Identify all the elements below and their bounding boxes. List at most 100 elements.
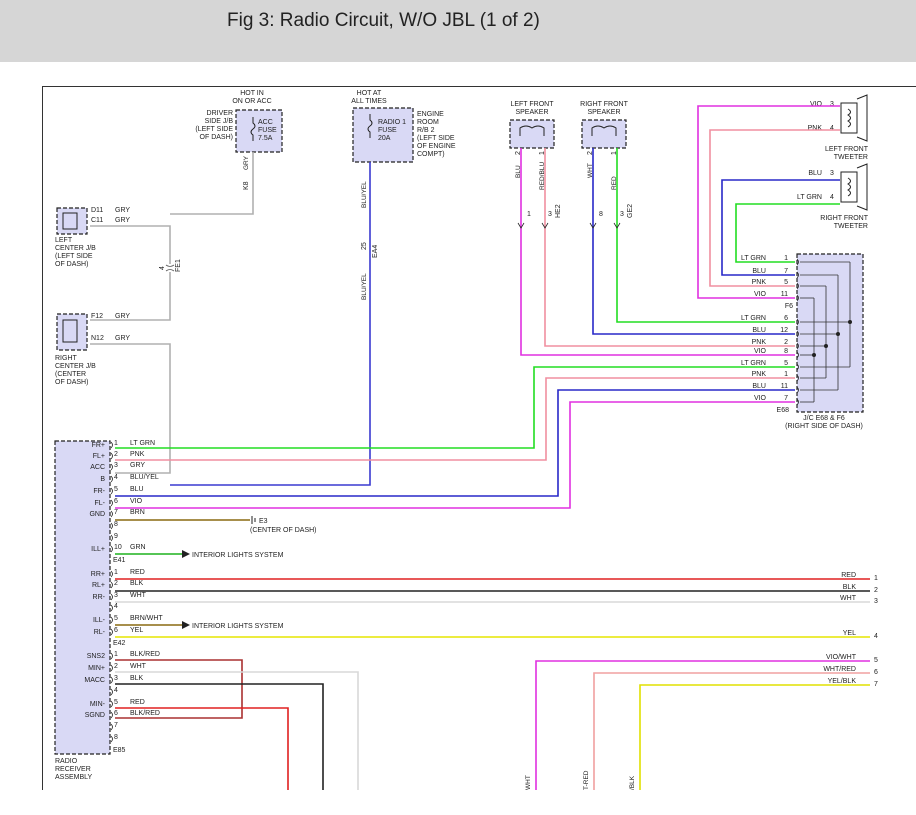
right-front-tweeter-wire-0: BLU xyxy=(808,170,822,177)
radio-fuse-pin: 25 xyxy=(361,242,368,250)
ill-minus-interior-lights-label: INTERIOR LIGHTS SYSTEM xyxy=(192,623,284,630)
continuation-wire-label-1: RED xyxy=(841,572,856,579)
radio-fuse-label-line-1: RADIO 1 xyxy=(378,119,406,126)
e41-term-2: FL+ xyxy=(93,453,105,460)
e42-term-5: ILL- xyxy=(93,617,106,624)
e42-wire-label-2: BLK xyxy=(130,580,144,587)
jc-row-wire-9: LT GRN xyxy=(741,360,766,367)
e41-pin-mark-6 xyxy=(110,499,113,507)
continuation-ref-6: 6 xyxy=(874,669,878,676)
e85-wire-label-1: BLK/RED xyxy=(130,651,160,658)
jc-row-pin-2: 7 xyxy=(784,268,788,275)
radio-fuse-location-line-2: ROOM xyxy=(417,119,439,126)
jc-row-wire-11: BLU xyxy=(752,383,766,390)
acc-fuse-heading-line-2: ON OR ACC xyxy=(232,98,271,105)
right-center-wire-N12: GRY xyxy=(115,335,130,342)
left-front-tweeter-label-line-1: LEFT FRONT xyxy=(825,146,869,153)
right-center-jb-label-line-3: (CENTER xyxy=(55,371,86,378)
e41-pin-2: 2 xyxy=(114,451,118,458)
e42-wire-label-1: RED xyxy=(130,569,145,576)
left-front-tweeter-body xyxy=(840,102,858,134)
e41-pin-9: 9 xyxy=(114,533,118,540)
e85-wire-label-5: RED xyxy=(130,699,145,706)
e85-term-1: SNS2 xyxy=(87,653,105,660)
e85-wire-label-6: BLK/RED xyxy=(130,710,160,717)
bottom-wire-label-2: T-RED xyxy=(583,770,590,790)
e41-pin-mark-4 xyxy=(110,475,113,483)
e42-term-3: RR- xyxy=(93,594,106,601)
jc-bus-4-node xyxy=(812,353,816,357)
e42-pin-mark-2 xyxy=(110,581,113,589)
jc-bus-3-node xyxy=(824,344,828,348)
right-front-speaker-title-line-1: RIGHT FRONT xyxy=(580,101,628,108)
right-front-tweeter-label-line-1: RIGHT FRONT xyxy=(820,215,868,222)
ill-plus-interior-lights-label: INTERIOR LIGHTS SYSTEM xyxy=(192,552,284,559)
acc-fuse-label-line-2: FUSE xyxy=(258,127,277,134)
e85-wire-label-3: BLK xyxy=(130,675,144,682)
jc-row-wire-8: VIO xyxy=(754,348,767,355)
right-center-jb-label-line-2: CENTER J/B xyxy=(55,363,96,370)
jc-row-pin-1: 1 xyxy=(784,255,788,262)
e41-pin-10: 10 xyxy=(114,544,122,551)
jc-row-pin-12: 7 xyxy=(784,395,788,402)
right-front-tweeter-label-line-2: TWEETER xyxy=(834,223,868,230)
radio-fuse-location-line-4: (LEFT SIDE xyxy=(417,135,455,142)
e42-pin-1: 1 xyxy=(114,569,118,576)
jc-row-wire-4: VIO xyxy=(754,291,767,298)
min-plus-wht-wire xyxy=(115,671,359,790)
e42-pin-3: 3 xyxy=(114,592,118,599)
e41-term-1: FR+ xyxy=(92,442,105,449)
e85-term-2: MIN+ xyxy=(88,665,105,672)
e42-pin-mark-1 xyxy=(110,570,113,578)
e85-term-3: MACC xyxy=(84,677,105,684)
continuation-ref-5: 5 xyxy=(874,657,878,664)
jc-e68-label: E68 xyxy=(777,407,790,414)
radio-receiver-label-line-1: RADIO xyxy=(55,758,78,765)
e85-pin-mark-4 xyxy=(110,688,113,696)
acc-fuse-location-line-3: (LEFT SIDE xyxy=(195,126,233,133)
e41-pin-mark-9 xyxy=(110,534,113,542)
e42-pin-mark-4 xyxy=(110,604,113,612)
e41-pin-3: 3 xyxy=(114,462,118,469)
e41-pin-mark-2 xyxy=(110,452,113,460)
right-front-speaker-title-line-2: SPEAKER xyxy=(587,109,620,116)
left-center-jb-label-line-2: CENTER J/B xyxy=(55,245,96,252)
e42-term-1: RR+ xyxy=(91,571,105,578)
wiring-diagram: HOT INON OR ACCDRIVERSIDE J/B(LEFT SIDEO… xyxy=(54,90,878,790)
right-front-speaker-box xyxy=(581,119,627,149)
left-front-speaker-bottom-pin-b: 3 xyxy=(548,211,552,218)
right-front-tweeter-body xyxy=(840,171,858,203)
e41-pin-6: 6 xyxy=(114,498,118,505)
left-center-jb-label-line-4: OF DASH) xyxy=(55,261,88,268)
b-blu-yel-wire xyxy=(170,162,371,486)
e85-pin-7: 7 xyxy=(114,722,118,729)
e42-pin-4: 4 xyxy=(114,603,118,610)
e41-wire-label-10: GRN xyxy=(130,544,146,551)
jc-row-pin-3: 5 xyxy=(784,279,788,286)
e41-term-7: GND xyxy=(89,511,105,518)
acc-fuse-location-line-1: DRIVER xyxy=(207,110,233,117)
right-front-tweeter-pin-0: 3 xyxy=(830,170,834,177)
left-front-tweeter-wire-0: VIO xyxy=(810,101,823,108)
radio-fuse-wire-label-bottom: BLU/YEL xyxy=(361,273,368,300)
e41-wire-label-2: PNK xyxy=(130,451,145,458)
jc-row-pin-9: 5 xyxy=(784,360,788,367)
radio-fuse-location-line-6: COMPT) xyxy=(417,151,445,158)
radio-fuse-location-line-5: OF ENGINE xyxy=(417,143,456,150)
right-front-speaker-bottom-pin-b: 3 xyxy=(620,211,624,218)
continuation-wire-label-3: WHT xyxy=(840,595,857,602)
jc-row-wire-1: LT GRN xyxy=(741,255,766,262)
e85-wire-label-2: WHT xyxy=(130,663,147,670)
e42-wire-label-6: YEL xyxy=(130,627,143,634)
continuation-wire-label-6: WHT/RED xyxy=(823,666,856,673)
e85-pin-4: 4 xyxy=(114,687,118,694)
e85-pin-8: 8 xyxy=(114,734,118,741)
right-center-pin-N12: N12 xyxy=(91,335,104,342)
e41-pin-mark-8 xyxy=(110,522,113,530)
acc-fuse-heading-line-1: HOT IN xyxy=(240,90,264,97)
e85-pin-mark-7 xyxy=(110,723,113,731)
ground-e3-label: E3 xyxy=(259,518,268,525)
e42-pin-mark-5 xyxy=(110,616,113,624)
e41-wire-label-1: LT GRN xyxy=(130,440,155,447)
e41-wire-label-3: GRY xyxy=(130,462,145,469)
